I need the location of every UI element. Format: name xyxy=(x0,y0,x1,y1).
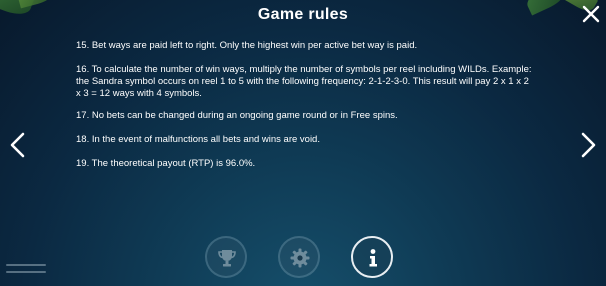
rule-item: 18. In the event of malfunctions all bet… xyxy=(76,134,320,145)
rule-item: 17. No bets can be changed during an ong… xyxy=(76,110,398,121)
chevron-right-icon xyxy=(581,132,596,158)
menu-line xyxy=(6,271,46,273)
page-title: Game rules xyxy=(257,6,349,23)
menu-line xyxy=(6,264,46,266)
previous-page-button[interactable] xyxy=(9,132,27,158)
next-page-button[interactable] xyxy=(579,132,597,158)
paytable-button[interactable] xyxy=(205,236,247,278)
info-button[interactable] xyxy=(351,236,393,278)
chevron-left-icon xyxy=(10,132,25,158)
rules-list: 15. Bet ways are paid left to right. Onl… xyxy=(76,40,536,182)
trophy-icon xyxy=(218,250,236,267)
info-icon xyxy=(369,249,377,267)
rule-item: 15. Bet ways are paid left to right. Onl… xyxy=(76,40,418,51)
gear-icon xyxy=(290,248,310,268)
rule-item: 19. The theoretical payout (RTP) is 96.0… xyxy=(76,158,256,169)
bottom-navigation xyxy=(0,236,606,280)
menu-icon[interactable] xyxy=(6,264,46,282)
settings-button[interactable] xyxy=(278,236,320,278)
rule-item: 16. To calculate the number of win ways,… xyxy=(76,64,532,99)
close-button[interactable] xyxy=(580,3,602,25)
close-icon xyxy=(582,5,600,23)
